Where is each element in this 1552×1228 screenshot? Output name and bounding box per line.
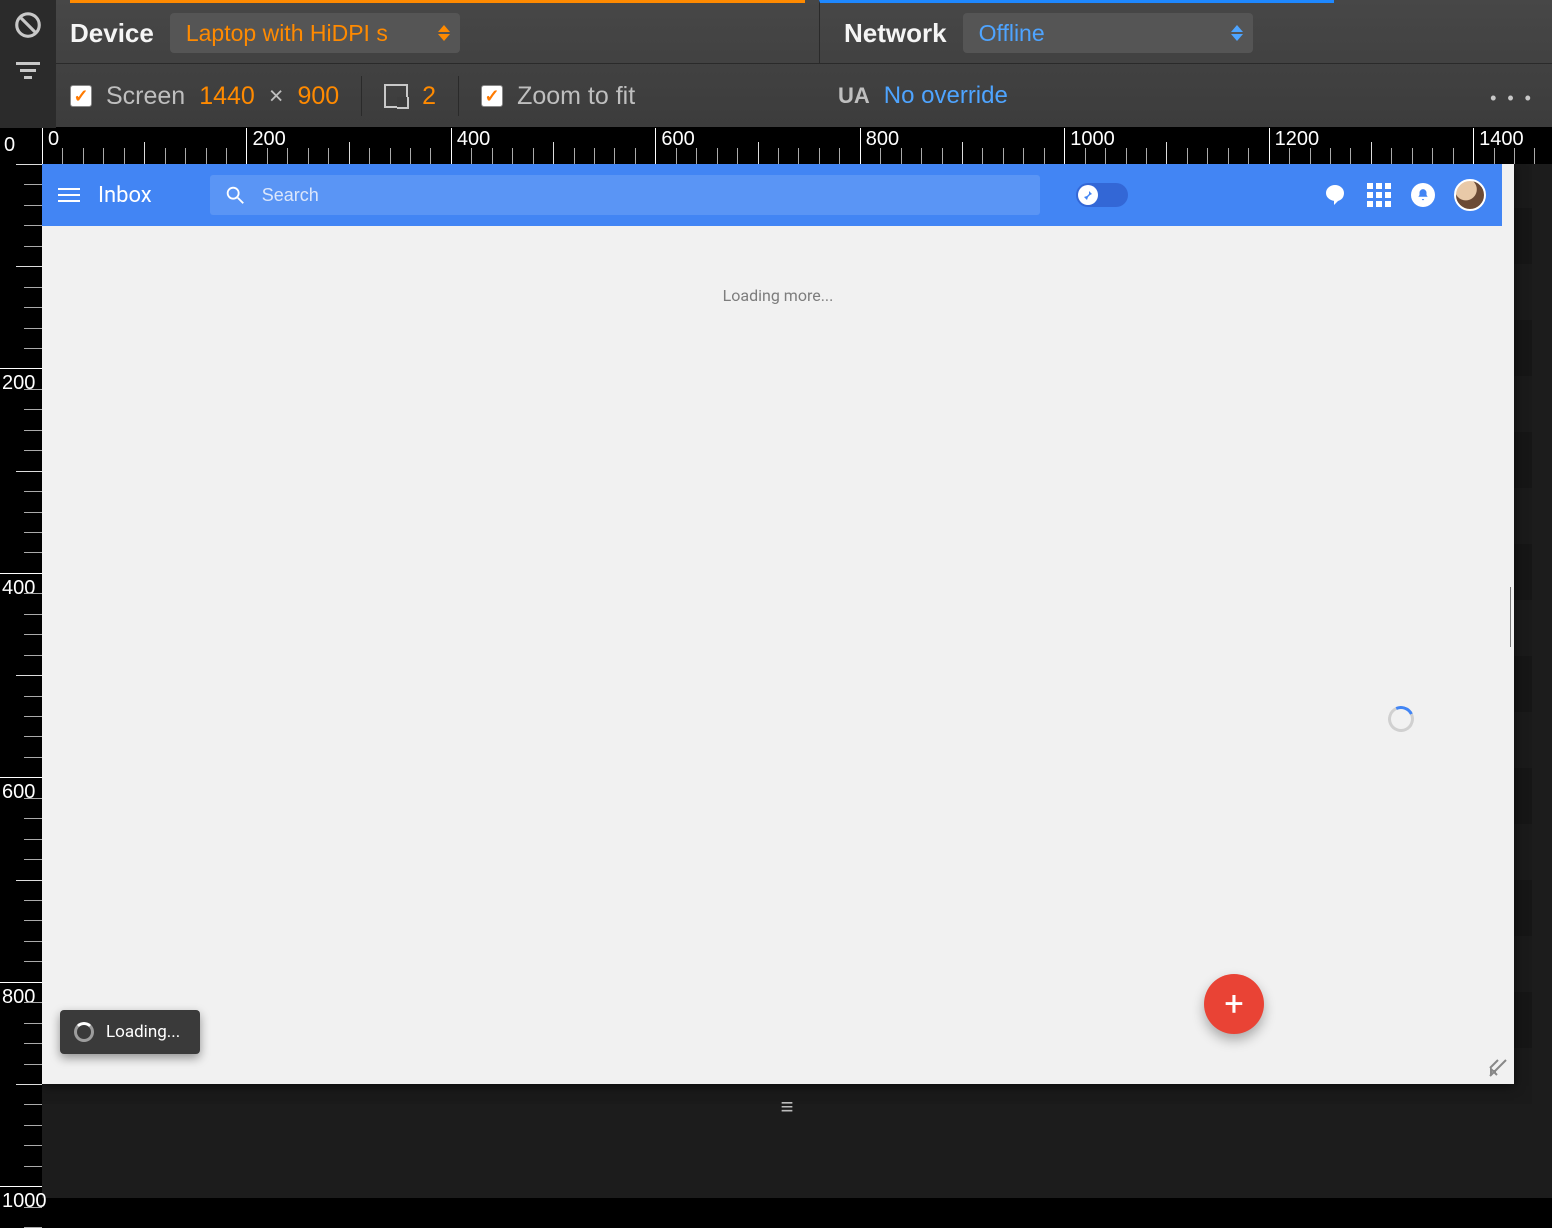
zoom-checkbox[interactable] xyxy=(481,85,503,107)
ruler-horizontal: 0 0200400600800100012001400 xyxy=(0,128,1552,164)
screen-width[interactable]: 1440 xyxy=(199,82,255,111)
search-field[interactable] xyxy=(210,175,1040,215)
drawer-handle-icon[interactable]: ≡ xyxy=(781,1094,794,1120)
device-select[interactable]: Laptop with HiDPI s xyxy=(170,13,460,53)
inbox-content: Loading more... Loading... + xyxy=(42,226,1514,1084)
avatar[interactable] xyxy=(1454,179,1486,211)
plus-icon: + xyxy=(1224,984,1243,1024)
toast-text: Loading... xyxy=(106,1022,180,1042)
resize-handle-right[interactable] xyxy=(1510,587,1514,647)
hangouts-icon[interactable] xyxy=(1322,182,1348,208)
zoom-label: Zoom to fit xyxy=(517,82,635,111)
filter-icon[interactable] xyxy=(14,60,42,82)
resize-corner-icon[interactable] xyxy=(1488,1058,1508,1078)
search-icon xyxy=(224,184,246,206)
device-frame: Inbox xyxy=(42,164,1514,1084)
device-select-value: Laptop with HiDPI s xyxy=(186,20,388,47)
more-icon[interactable]: • • • xyxy=(1490,88,1534,109)
network-select[interactable]: Offline xyxy=(963,13,1253,53)
inbox-app: Inbox xyxy=(42,164,1514,1084)
hamburger-icon[interactable] xyxy=(58,188,80,202)
separator xyxy=(361,76,362,116)
dimension-times: × xyxy=(269,82,284,111)
pin-icon xyxy=(1078,185,1098,205)
pin-toggle[interactable] xyxy=(1076,183,1128,207)
ruler-vertical: 2004006008001000 xyxy=(0,164,42,1198)
network-label: Network xyxy=(844,18,947,49)
devtools-sidebar xyxy=(0,0,56,128)
search-input[interactable] xyxy=(262,185,1026,206)
screen-checkbox[interactable] xyxy=(70,85,92,107)
inbox-header: Inbox xyxy=(42,164,1502,226)
ua-label: UA xyxy=(838,83,870,109)
viewport-stage: Inbox xyxy=(42,164,1532,1104)
network-select-value: Offline xyxy=(979,20,1045,47)
separator xyxy=(458,76,459,116)
screen-label: Screen xyxy=(106,82,185,111)
devtools-toolbar: Device Laptop with HiDPI s Network Offli… xyxy=(56,0,1552,128)
apps-grid-icon[interactable] xyxy=(1366,182,1392,208)
loading-spinner-icon xyxy=(1384,702,1417,735)
dpr-value[interactable]: 2 xyxy=(422,82,436,111)
ua-override-link[interactable]: No override xyxy=(884,82,1008,110)
compose-fab[interactable]: + xyxy=(1204,974,1264,1034)
chevron-updown-icon xyxy=(1231,25,1243,41)
loading-toast: Loading... xyxy=(60,1010,200,1054)
scrollbar-spacer xyxy=(1502,164,1514,226)
device-label: Device xyxy=(70,18,154,49)
ruler-h-zero: 0 xyxy=(4,134,15,157)
loading-more-text: Loading more... xyxy=(723,286,834,305)
chevron-updown-icon xyxy=(438,25,450,41)
dpr-icon[interactable] xyxy=(384,84,408,108)
inbox-title: Inbox xyxy=(98,183,152,208)
spinner-icon xyxy=(74,1022,94,1042)
notifications-icon[interactable] xyxy=(1410,182,1436,208)
no-entry-icon[interactable] xyxy=(13,10,43,40)
screen-height[interactable]: 900 xyxy=(297,82,339,111)
